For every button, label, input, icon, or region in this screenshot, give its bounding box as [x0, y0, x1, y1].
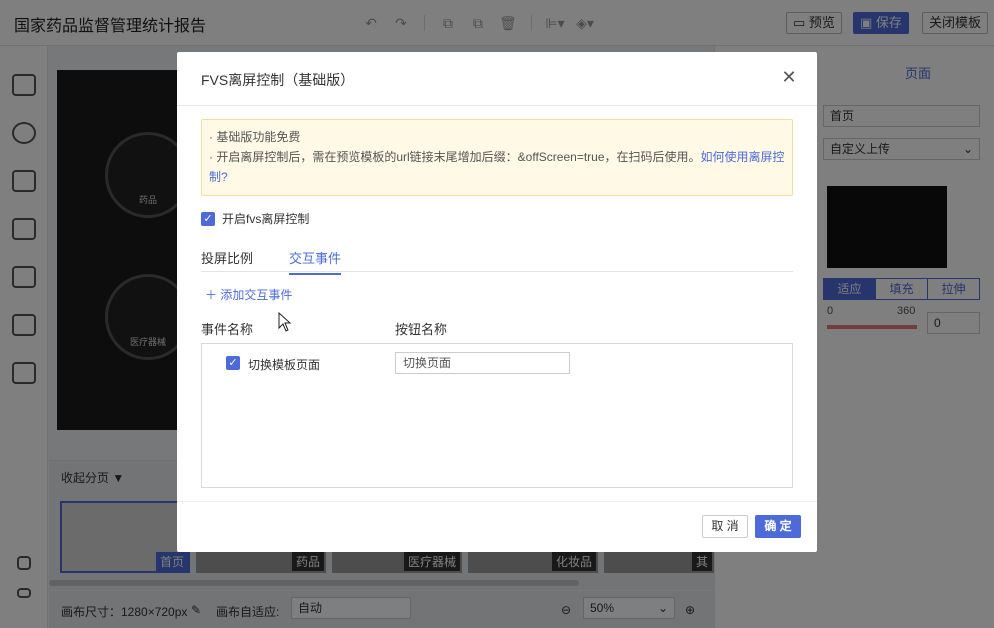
event-checkbox[interactable]: ✓ [226, 356, 240, 370]
fvs-offscreen-dialog: FVS离屏控制（基础版） ✕ · 基础版功能免费 · 开启离屏控制后，需在预览模… [177, 52, 817, 552]
enable-offscreen-checkbox[interactable]: ✓ 开启fvs离屏控制 [201, 210, 309, 227]
check-icon: ✓ [201, 211, 215, 226]
mouse-cursor-icon [278, 312, 292, 332]
notice-box: · 基础版功能免费 · 开启离屏控制后，需在预览模板的url链接末尾增加后缀：&… [201, 119, 793, 196]
column-header-event-name: 事件名称 [201, 322, 254, 337]
ok-button[interactable]: 确 定 [755, 515, 801, 538]
dialog-tabs: 投屏比例 交互事件 [201, 246, 793, 275]
event-table: ✓ 切换模板页面 切换页面 [201, 343, 793, 488]
tab-screen-ratio[interactable]: 投屏比例 [201, 248, 253, 273]
button-name-input[interactable]: 切换页面 [395, 352, 570, 374]
event-name: 切换模板页面 [248, 358, 321, 372]
cancel-button[interactable]: 取 消 [702, 515, 748, 538]
column-header-button-name: 按钮名称 [395, 322, 448, 337]
close-icon[interactable]: ✕ [781, 68, 797, 86]
check-icon: ✓ [226, 356, 240, 370]
add-event-button[interactable]: ＋ 添加交互事件 [205, 286, 292, 303]
tab-interaction-events[interactable]: 交互事件 [289, 248, 342, 275]
dialog-title: FVS离屏控制（基础版） [201, 72, 355, 88]
